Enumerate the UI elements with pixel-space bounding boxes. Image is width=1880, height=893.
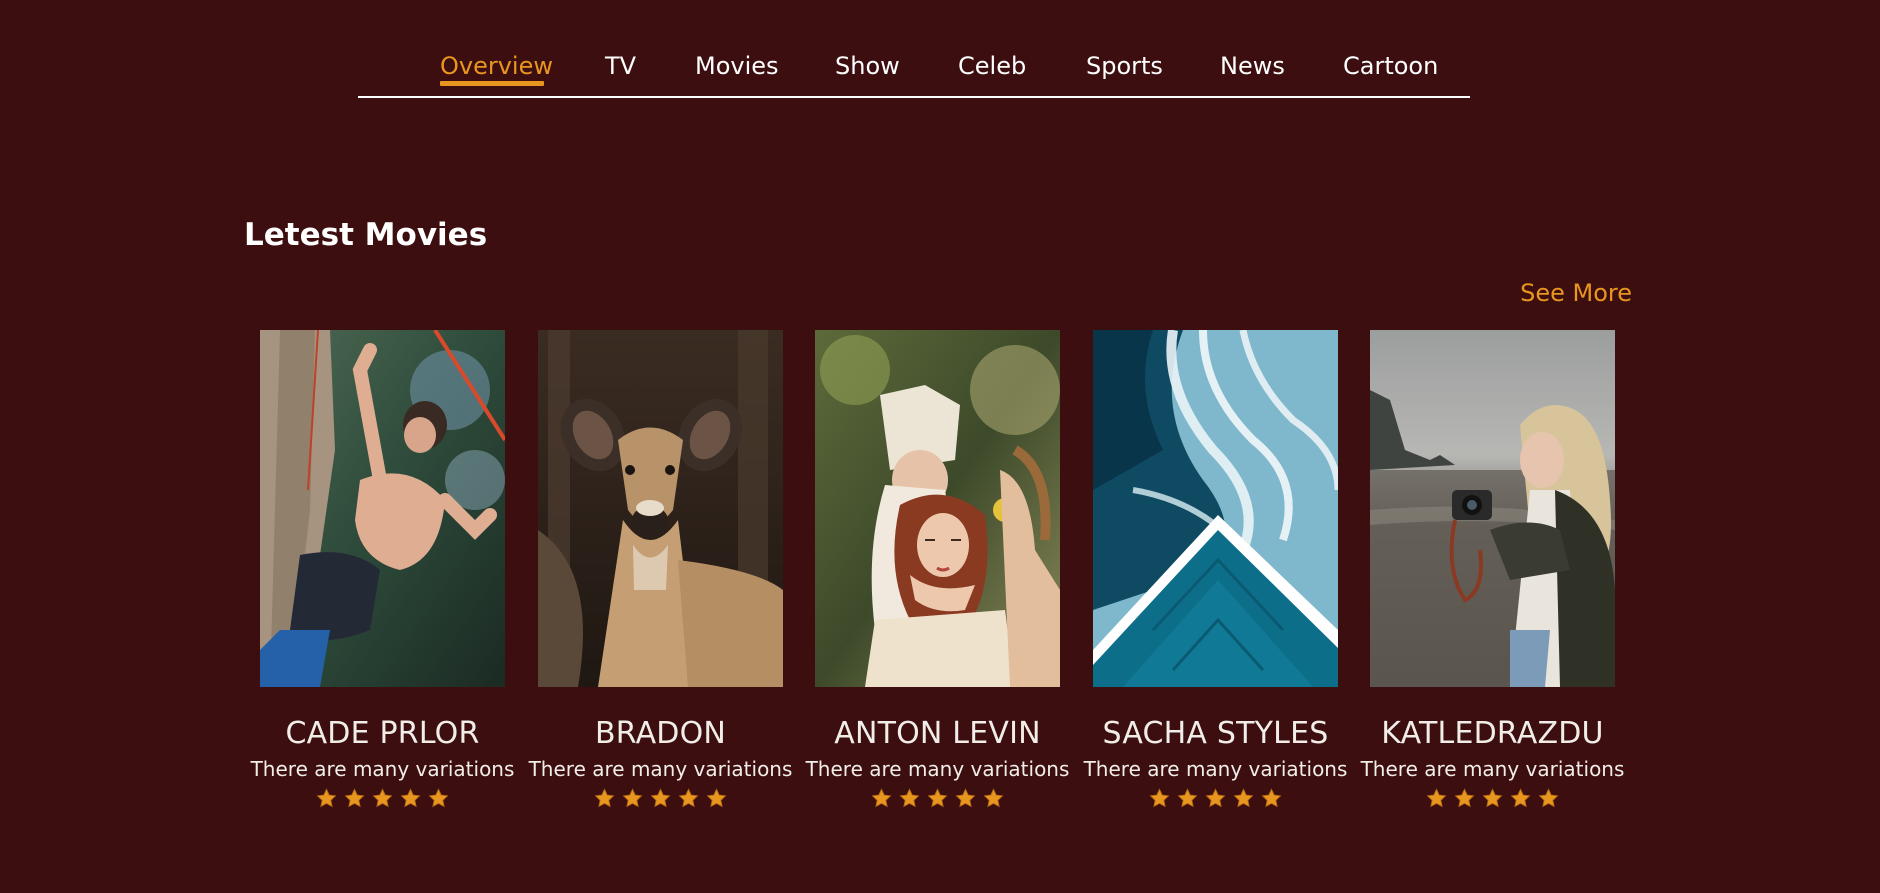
- star-icon: [428, 788, 449, 809]
- nav-item-sports[interactable]: Sports: [1086, 54, 1163, 78]
- star-icon: [1205, 788, 1226, 809]
- movie-title: SACHA STYLES: [1102, 716, 1329, 751]
- star-icon: [871, 788, 892, 809]
- nav-item-celeb[interactable]: Celeb: [958, 54, 1026, 78]
- movie-card[interactable]: SACHA STYLES There are many variations: [1084, 330, 1347, 810]
- movie-description: There are many variations: [528, 757, 793, 781]
- woman-with-camera-photo[interactable]: [1370, 330, 1615, 687]
- movie-title: ANTON LEVIN: [834, 716, 1041, 751]
- star-icon: [955, 788, 976, 809]
- star-rating: [1370, 786, 1615, 810]
- deer-photo[interactable]: [538, 330, 783, 687]
- movie-card[interactable]: BRADON There are many variations: [529, 330, 792, 810]
- star-icon: [622, 788, 643, 809]
- star-rating: [260, 786, 505, 810]
- star-icon: [1482, 788, 1503, 809]
- two-women-photo[interactable]: [815, 330, 1060, 687]
- star-icon: [706, 788, 727, 809]
- star-icon: [650, 788, 671, 809]
- movie-description: There are many variations: [250, 757, 515, 781]
- nav-item-news[interactable]: News: [1220, 54, 1285, 78]
- movie-card-list: CADE PRLOR There are many variations BRA…: [251, 330, 1624, 830]
- nav-item-show[interactable]: Show: [835, 54, 900, 78]
- movie-title: KATLEDRAZDU: [1381, 716, 1604, 751]
- nav-item-cartoon[interactable]: Cartoon: [1343, 54, 1438, 78]
- rock-climber-photo[interactable]: [260, 330, 505, 687]
- star-icon: [400, 788, 421, 809]
- star-icon: [1510, 788, 1531, 809]
- movie-description: There are many variations: [805, 757, 1070, 781]
- star-icon: [594, 788, 615, 809]
- see-more-link[interactable]: See More: [1520, 279, 1632, 307]
- star-icon: [678, 788, 699, 809]
- star-rating: [815, 786, 1060, 810]
- star-icon: [927, 788, 948, 809]
- star-icon: [344, 788, 365, 809]
- top-nav: Overview TV Movies Show Celeb Sports New…: [358, 48, 1470, 98]
- star-icon: [372, 788, 393, 809]
- star-icon: [1177, 788, 1198, 809]
- movie-title: CADE PRLOR: [285, 716, 480, 751]
- star-rating: [1093, 786, 1338, 810]
- star-rating: [538, 786, 783, 810]
- movie-card[interactable]: ANTON LEVIN There are many variations: [806, 330, 1069, 810]
- section-title: Letest Movies: [244, 217, 488, 253]
- star-icon: [316, 788, 337, 809]
- star-icon: [1538, 788, 1559, 809]
- ocean-pool-aerial-photo[interactable]: [1093, 330, 1338, 687]
- movie-title: BRADON: [594, 716, 727, 751]
- star-icon: [983, 788, 1004, 809]
- nav-item-movies[interactable]: Movies: [695, 54, 779, 78]
- star-icon: [1426, 788, 1447, 809]
- nav-item-overview[interactable]: Overview: [440, 54, 553, 78]
- movie-description: There are many variations: [1360, 757, 1625, 781]
- star-icon: [1149, 788, 1170, 809]
- star-icon: [1233, 788, 1254, 809]
- star-icon: [1454, 788, 1475, 809]
- star-icon: [899, 788, 920, 809]
- star-icon: [1261, 788, 1282, 809]
- nav-item-tv[interactable]: TV: [605, 54, 636, 78]
- movie-card[interactable]: CADE PRLOR There are many variations: [251, 330, 514, 810]
- movie-description: There are many variations: [1083, 757, 1348, 781]
- nav-active-indicator: [440, 81, 544, 86]
- movie-card[interactable]: KATLEDRAZDU There are many variations: [1361, 330, 1624, 810]
